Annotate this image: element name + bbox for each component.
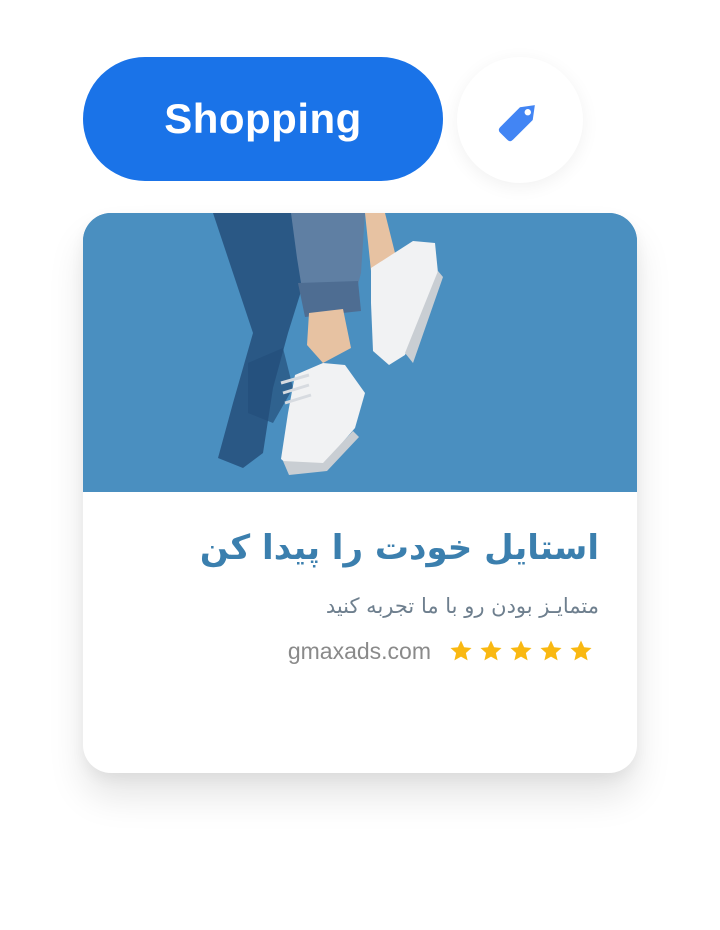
ad-display-url[interactable]: gmaxads.com <box>288 638 431 665</box>
category-label: Shopping <box>164 95 362 142</box>
ad-preview-stage: Shopping استایل خودت را پیدا کن متمایـز … <box>0 0 720 930</box>
category-button[interactable]: Shopping <box>83 57 443 181</box>
ad-description: متمایـز بودن رو با ما تجربه کنید <box>325 594 599 618</box>
ad-footer: gmaxads.com <box>288 633 593 669</box>
ad-card[interactable]: استایل خودت را پیدا کن متمایـز بودن رو ب… <box>83 213 637 773</box>
sneakers-photo <box>83 213 637 492</box>
ad-image <box>83 213 637 492</box>
star-icon <box>570 640 592 661</box>
star-icon <box>540 640 562 661</box>
star-icon <box>480 640 502 661</box>
star-icon <box>510 640 532 661</box>
tag-icon-badge <box>457 57 583 183</box>
ad-headline[interactable]: استایل خودت را پیدا کن <box>200 528 599 568</box>
rating-stars <box>449 639 593 663</box>
tag-icon <box>498 105 535 142</box>
star-icon <box>450 640 472 661</box>
